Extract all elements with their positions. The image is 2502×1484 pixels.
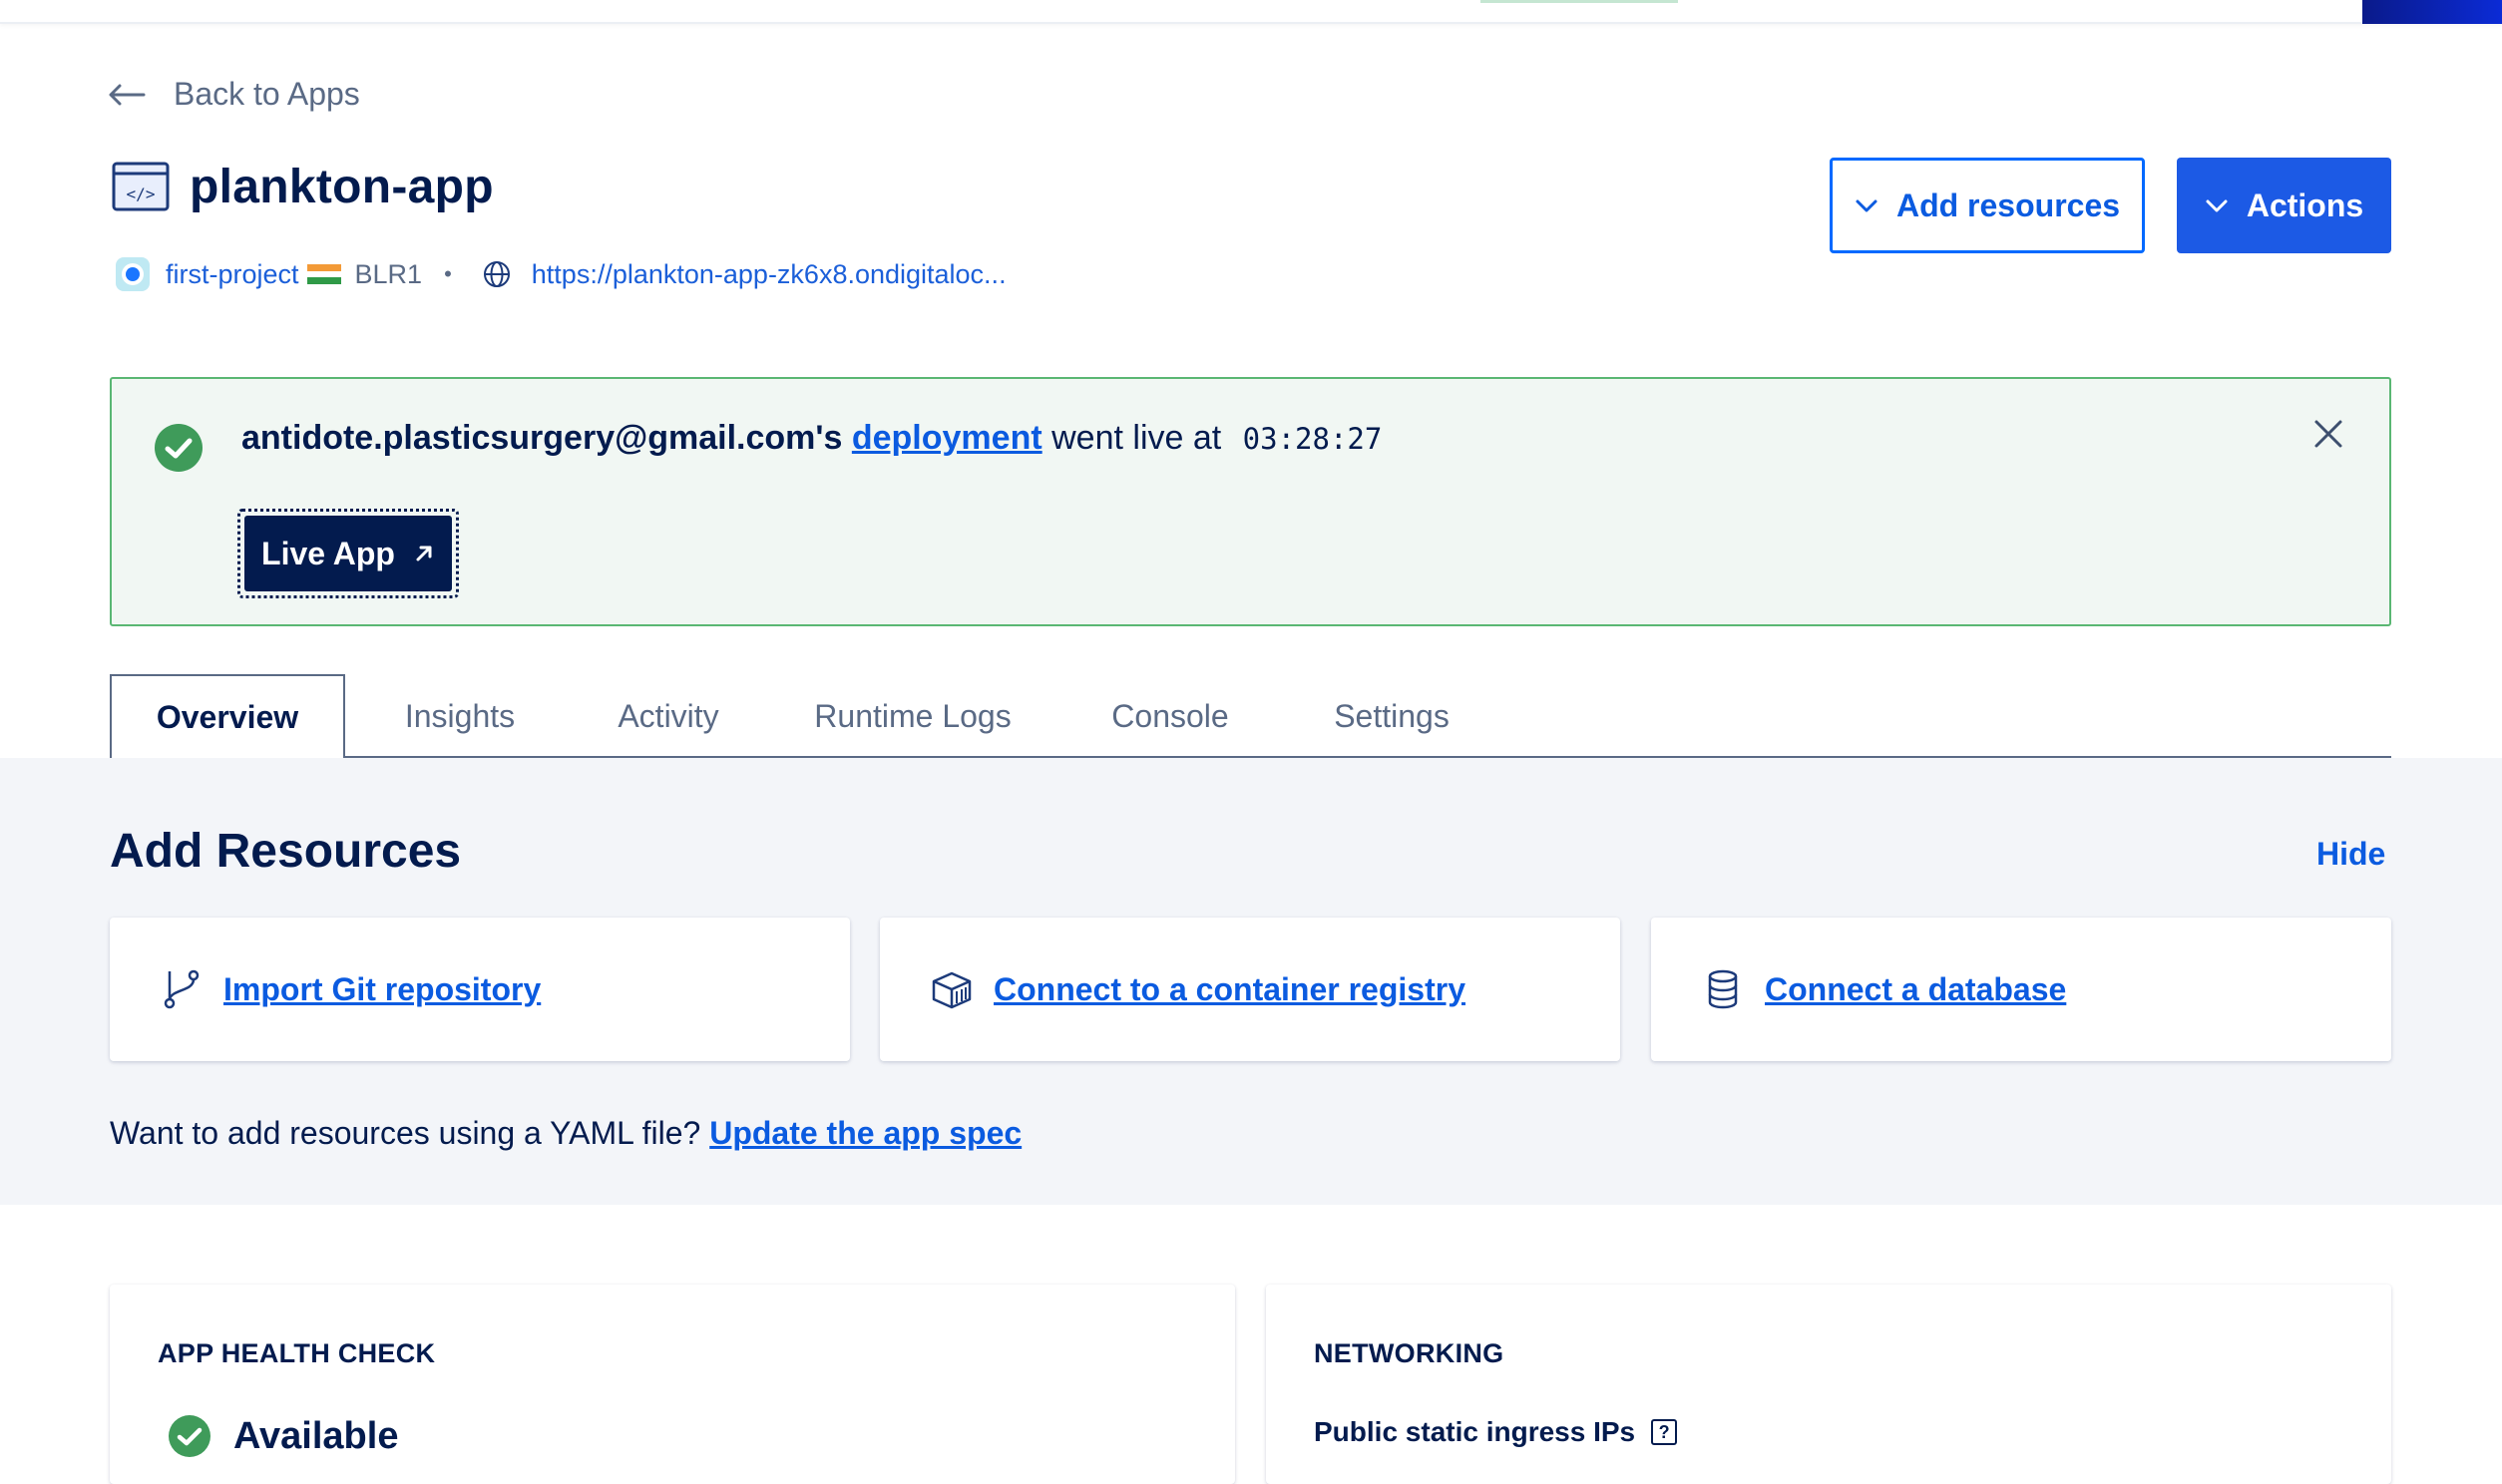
nav-active-indicator: [1480, 0, 1678, 3]
check-circle-icon: [169, 1415, 210, 1457]
hide-link[interactable]: Hide: [2316, 836, 2385, 873]
add-resources-title: Add Resources: [110, 825, 462, 878]
svg-text:</>: </>: [127, 185, 156, 203]
database-icon: [1708, 969, 1738, 1009]
tab-overview[interactable]: Overview: [110, 674, 345, 760]
chevron-down-icon: [2206, 199, 2228, 212]
project-icon: [116, 257, 150, 291]
import-git-card[interactable]: Import Git repository: [110, 918, 850, 1061]
tab-settings[interactable]: Settings: [1297, 674, 1486, 758]
deployer-email: antidote.plasticsurgery@gmail.com's: [241, 419, 843, 457]
container-registry-link[interactable]: Connect to a container registry: [994, 971, 1465, 1008]
deployment-success-banner: antidote.plasticsurgery@gmail.com's depl…: [110, 377, 2391, 626]
container-icon: [932, 971, 972, 1009]
close-icon[interactable]: [2311, 417, 2345, 451]
check-circle-icon: [155, 424, 203, 472]
external-link-icon: [416, 546, 432, 561]
health-status: Available: [168, 1414, 398, 1458]
yaml-prompt-text: Want to add resources using a YAML file?: [110, 1115, 701, 1151]
tab-activity[interactable]: Activity: [579, 674, 758, 758]
actions-button[interactable]: Actions: [2177, 158, 2391, 253]
app-url-link[interactable]: https://plankton-app-zk6x8.ondigitaloc..…: [532, 259, 1007, 290]
arrow-left-icon: [109, 84, 146, 105]
database-card[interactable]: Connect a database: [1651, 918, 2391, 1061]
update-app-spec-link[interactable]: Update the app spec: [709, 1115, 1022, 1151]
import-git-link[interactable]: Import Git repository: [223, 971, 541, 1008]
app-health-card: APP HEALTH CHECK Available: [110, 1285, 1235, 1484]
live-app-label: Live App: [261, 535, 395, 571]
brand-corner: [2362, 0, 2502, 24]
git-branch-icon: [164, 969, 200, 1009]
globe-icon: [483, 261, 510, 287]
back-to-apps-link[interactable]: Back to Apps: [108, 76, 360, 113]
app-tabs: Overview Insights Activity Runtime Logs …: [110, 674, 2391, 760]
back-to-apps-label: Back to Apps: [174, 76, 360, 112]
app-meta-row: first-project BLR1 • https://plankton-ap…: [116, 257, 1007, 291]
tab-runtime-logs[interactable]: Runtime Logs: [788, 674, 1038, 758]
live-app-button[interactable]: Live App: [244, 516, 452, 591]
banner-message: antidote.plasticsurgery@gmail.com's depl…: [241, 419, 1382, 458]
container-registry-card[interactable]: Connect to a container registry: [880, 918, 1620, 1061]
tab-insights[interactable]: Insights: [365, 674, 555, 758]
tab-console[interactable]: Console: [1067, 674, 1273, 758]
chevron-down-icon: [1856, 199, 1877, 212]
ingress-ips-label: Public static ingress IPs: [1314, 1416, 1636, 1447]
top-navigation-strip: [0, 0, 2502, 24]
yaml-prompt: Want to add resources using a YAML file?…: [110, 1115, 1022, 1152]
add-resources-label: Add resources: [1895, 186, 2121, 223]
app-code-icon: </>: [112, 162, 170, 211]
ingress-ips-row: Public static ingress IPs ?: [1314, 1416, 1678, 1448]
networking-caption: NETWORKING: [1314, 1338, 1504, 1368]
meta-separator: •: [444, 261, 452, 286]
region-label: BLR1: [354, 258, 423, 289]
connect-database-link[interactable]: Connect a database: [1765, 971, 2066, 1008]
networking-card: NETWORKING Public static ingress IPs ?: [1266, 1285, 2391, 1484]
project-link[interactable]: first-project: [166, 259, 299, 290]
live-app-focus-ring: Live App: [237, 509, 459, 598]
india-flag-icon: [306, 264, 341, 285]
help-icon[interactable]: ?: [1651, 1419, 1678, 1445]
actions-label: Actions: [2246, 186, 2364, 223]
app-title: plankton-app: [190, 161, 494, 213]
app-health-caption: APP HEALTH CHECK: [158, 1338, 436, 1368]
health-status-text: Available: [233, 1414, 399, 1457]
add-resources-button[interactable]: Add resources: [1830, 158, 2145, 253]
deploy-time: 03:28:27: [1242, 422, 1383, 456]
deployment-link[interactable]: deployment: [852, 419, 1042, 457]
banner-text: went live at: [1051, 419, 1222, 457]
